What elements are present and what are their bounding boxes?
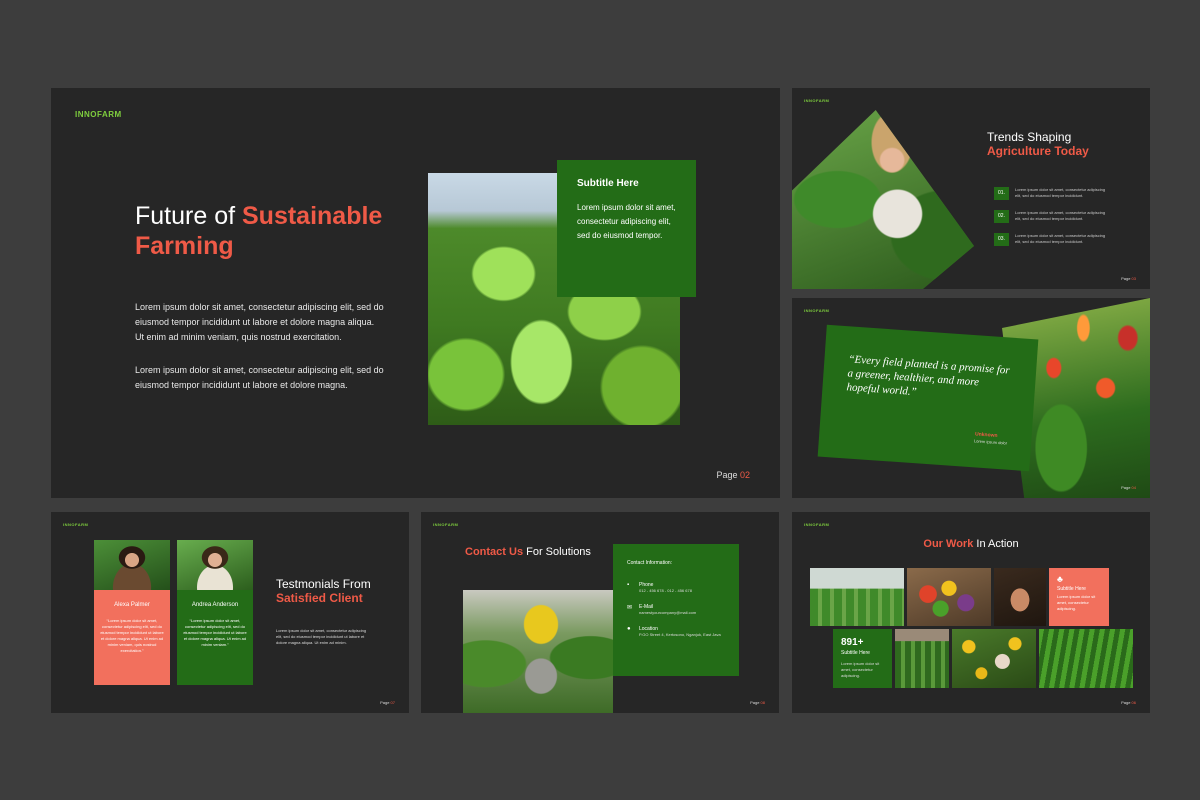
subtitle-box-text: Lorem ipsum dolor sit amet, consectetur … — [577, 203, 676, 240]
contact-phone: ▪ Phone 012 - 456 678 - 012 - 456 678 — [627, 582, 692, 593]
page-number: Page 06 — [1121, 700, 1136, 705]
client-name-2: Andrea Anderson — [191, 602, 239, 608]
testimonial-card-2: Andrea Anderson “Lorem ipsum dolor sit a… — [177, 590, 253, 685]
trend-text-3: Lorem ipsum dolor sit amet, consectetur … — [1015, 233, 1106, 244]
client-photo-2 — [177, 540, 253, 590]
mail-icon: ✉ — [627, 605, 633, 611]
contact-email: ✉ E-Mail namestyourcompany@mail.com — [627, 604, 697, 615]
trends-title: Trends Shaping Agriculture Today — [987, 130, 1089, 158]
vegetables-photo — [907, 568, 991, 626]
farmer-woman-photo — [792, 110, 974, 289]
stat-value: 891+ — [841, 637, 864, 648]
brand-logo: INNOFARM — [75, 110, 122, 119]
work-coral-box: ♣ Subtitle Here Lorem ipsum dolor sit am… — [1049, 568, 1109, 626]
greenhouse-rows-photo — [895, 629, 949, 688]
body-paragraph-2: Lorem ipsum dolor sit amet, consectetur … — [135, 365, 384, 390]
client-quote-2: “Lorem ipsum dolor sit amet, consectetur… — [183, 618, 247, 647]
trend-number-3: 03. — [994, 233, 1009, 246]
title-part-c: Farming — [135, 232, 234, 260]
quote-author-sub: Lorem ipsum dolor — [973, 438, 1008, 446]
sprouts-photo — [1039, 629, 1133, 688]
testimonials-text: Lorem ipsum dolor sit amet, consectetur … — [276, 628, 367, 645]
slide-our-work[interactable]: INNOFARM Our Work In Action ♣ Subtitle H… — [792, 512, 1150, 713]
subtitle-box-title: Subtitle Here — [577, 178, 639, 189]
title-part-a: Future of — [135, 202, 242, 230]
presentation-preview: { "brand": "INNOFARM", "slide1": { "titl… — [0, 0, 1200, 800]
trend-number-2: 02. — [994, 210, 1009, 223]
page-number: Page 08 — [750, 700, 765, 705]
client-name-1: Alexa Palmer — [114, 602, 150, 608]
slide-testimonials[interactable]: INNOFARM Alexa Palmer “Lorem ipsum dolor… — [51, 512, 409, 713]
quote-text: “Every field planted is a promise for a … — [846, 353, 1011, 399]
brand-logo: INNOFARM — [804, 98, 830, 103]
tree-icon: ♣ — [1057, 574, 1063, 584]
brand-logo: INNOFARM — [804, 522, 830, 527]
stat-box: 891+ Subtitle Here Lorem ipsum dolor sit… — [833, 629, 892, 688]
page-number: Page 04 — [1121, 485, 1136, 490]
slide-main[interactable]: INNOFARM Future of Sustainable Farming L… — [51, 88, 780, 498]
slide-trends[interactable]: INNOFARM Trends Shaping Agriculture Toda… — [792, 88, 1150, 289]
stat-text: Lorem ipsum dolor sit amet, consectetur … — [841, 661, 880, 678]
trend-number-1: 01. — [994, 187, 1009, 200]
testimonial-card-1: Alexa Palmer “Lorem ipsum dolor sit amet… — [94, 590, 170, 685]
trend-text-1: Lorem ipsum dolor sit amet, consectetur … — [1015, 187, 1106, 198]
brand-logo: INNOFARM — [63, 522, 89, 527]
quote-box: “Every field planted is a promise for a … — [817, 324, 1039, 472]
slide-quote[interactable]: INNOFARM “Every field planted is a promi… — [792, 298, 1150, 498]
trend-text-2: Lorem ipsum dolor sit amet, consectetur … — [1015, 210, 1106, 221]
slide-title: Future of Sustainable Farming — [135, 201, 382, 261]
contact-box: Contact Information: ▪ Phone 012 - 456 6… — [613, 544, 739, 676]
brand-logo: INNOFARM — [433, 522, 459, 527]
greenhouse-photo — [810, 568, 904, 626]
testimonials-title: Testmonials From Satisfied Client — [276, 577, 371, 605]
our-work-title: Our Work In Action — [923, 538, 1019, 550]
page-number: Page 03 — [1121, 276, 1136, 281]
location-pin-icon: ● — [627, 626, 631, 632]
contact-box-title: Contact Information: — [627, 560, 673, 566]
client-photo-1 — [94, 540, 170, 590]
title-part-b: Sustainable — [242, 202, 383, 230]
bouquet-photo — [463, 590, 613, 713]
subtitle-box: Subtitle Here Lorem ipsum dolor sit amet… — [557, 160, 696, 297]
client-quote-1: “Lorem ipsum dolor sit amet, consectetur… — [100, 618, 164, 653]
phone-icon: ▪ — [627, 582, 630, 588]
brand-logo: INNOFARM — [804, 308, 830, 313]
body-paragraph-1: Lorem ipsum dolor sit amet, consectetur … — [135, 302, 384, 342]
stat-label: Subtitle Here — [841, 650, 870, 656]
girl-flowers-photo — [952, 629, 1036, 688]
contact-location: ● Location P.GO Street 4, Kertosono, Nga… — [627, 626, 721, 637]
slide-contact[interactable]: INNOFARM Contact Us For Solutions Contac… — [421, 512, 779, 713]
page-number: Page 07 — [380, 700, 395, 705]
contact-title: Contact Us For Solutions — [465, 546, 591, 558]
page-number: Page 02 — [716, 470, 750, 480]
hands-berries-photo — [994, 568, 1046, 626]
